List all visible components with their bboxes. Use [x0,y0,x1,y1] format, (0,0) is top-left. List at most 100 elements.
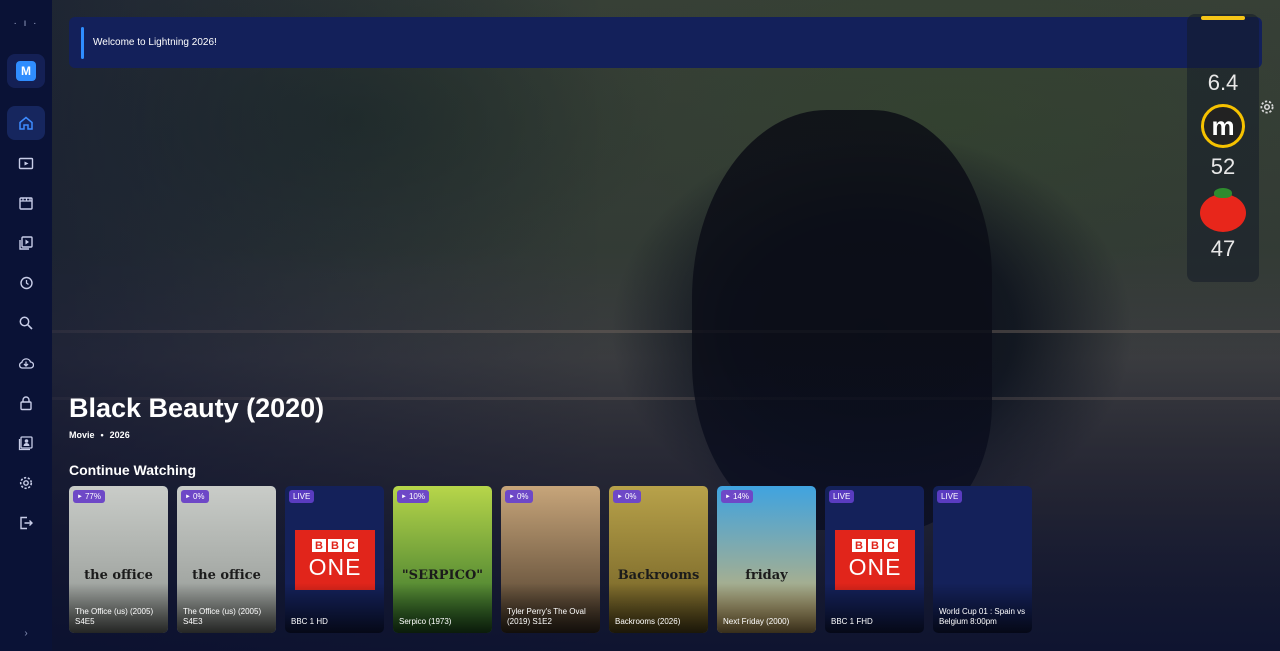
bbc-logo-letter: B [868,539,882,552]
card-title: Next Friday (2000) [723,617,790,626]
hero-title: Black Beauty (2020) [69,393,325,423]
imdb-icon [1201,16,1245,20]
continue-watching-card[interactable]: B B C ONE LIVE BBC 1 FHD [825,486,924,633]
bbc-logo-letter: C [344,539,358,552]
badge-text: LIVE [293,492,311,501]
sidebar-item-lock[interactable] [7,386,45,420]
badge-text: 0% [624,492,637,501]
sidebar-item-search[interactable] [7,306,45,340]
bbc-logo-word: ONE [848,554,902,580]
welcome-banner: Welcome to Lightning 2026! [69,17,1262,68]
card-poster-text: friday [745,568,788,583]
card-title: The Office (us) (2005) S4E5 [75,607,154,626]
backdrop-fence [52,330,1280,400]
metacritic-icon: m [1201,104,1245,148]
card-poster-text: the office [84,568,153,583]
card-title: World Cup 01 : Spain vs Belgium 8:00pm [939,607,1026,626]
banner-message: Welcome to Lightning 2026! [93,37,217,48]
hero-separator: • [100,430,104,440]
continue-watching-card[interactable]: friday ► 14% Next Friday (2000) [717,486,816,633]
badge-text: 77% [84,492,101,501]
search-icon [19,316,33,330]
bbc-logo-letter: B [328,539,342,552]
continue-watching-title: Continue Watching [69,462,197,478]
sidebar-expand-toggle[interactable]: › [24,628,27,639]
badge-text: LIVE [833,492,851,501]
sidebar-item-home[interactable] [7,106,45,140]
continue-watching-card[interactable]: B B C ONE LIVE BBC 1 HD [285,486,384,633]
progress-badge: ► 10% [397,490,429,503]
progress-badge: ► 14% [721,490,753,503]
play-icon: ► [617,493,623,500]
card-title: BBC 1 FHD [831,617,873,626]
sidebar-item-contacts[interactable] [7,426,45,460]
play-icon: ► [185,493,191,500]
card-poster-text: the office [192,568,261,583]
card-poster-text: Backrooms [617,568,700,583]
hero-meta: Movie • 2026 [69,430,130,440]
sidebar-item-settings[interactable] [7,466,45,500]
play-icon: ► [725,493,731,500]
card-title: Backrooms (2026) [615,617,681,626]
progress-badge: ► 0% [505,490,533,503]
hero-type: Movie [69,430,95,440]
movies-icon [19,197,33,210]
tomatoes-score: 47 [1210,236,1236,261]
tomato-icon [1200,188,1246,232]
history-icon [20,276,33,290]
continue-watching-card[interactable]: the office ► 0% The Office (us) (2005) S4E3 [177,486,276,633]
ratings-panel: 6.4 m 52 47 [1187,14,1259,282]
logout-icon [20,516,33,530]
live-badge: LIVE [289,490,315,503]
contacts-icon [18,436,33,451]
lock-icon [20,396,32,411]
progress-badge: ► 0% [613,490,641,503]
card-poster-text: "SERPICO" [401,568,484,583]
settings-gear-icon[interactable] [1258,98,1276,116]
play-icon: ► [77,493,83,500]
continue-watching-card[interactable]: LIVE World Cup 01 : Spain vs Belgium 8:00… [933,486,1032,633]
hero-year: 2026 [109,430,130,440]
sidebar: · ı · M › [0,0,52,651]
continue-watching-card[interactable]: Backrooms ► 0% Backrooms (2026) [609,486,708,633]
profile-button[interactable]: M [7,54,45,88]
sidebar-item-history[interactable] [7,266,45,300]
badge-text: 10% [408,492,425,501]
progress-badge: ► 77% [73,490,105,503]
progress-badge: ► 0% [181,490,209,503]
sidebar-item-live-tv[interactable] [7,146,45,180]
app-root: · ı · M › Welcome to Lightning 2026! 6.4… [0,0,1280,651]
card-title: BBC 1 HD [291,617,328,626]
card-title: The Office (us) (2005) S4E3 [183,607,262,626]
sidebar-item-downloads[interactable] [7,346,45,380]
live-tv-icon [18,157,34,170]
profile-avatar: M [16,61,36,81]
card-title: Serpico (1973) [399,617,452,626]
live-badge: LIVE [829,490,855,503]
home-icon [19,116,33,130]
sidebar-item-logout[interactable] [7,506,45,540]
settings-icon [19,476,33,490]
play-icon: ► [401,493,407,500]
app-logo: · ı · [13,18,39,29]
continue-watching-card[interactable]: the office ► 77% The Office (us) (2005) S4E… [69,486,168,633]
sidebar-item-movies[interactable] [7,186,45,220]
series-icon [19,236,33,250]
download-icon [18,358,34,369]
continue-watching-row: the office ► 77% The Office (us) (2005) S4E… [69,486,1032,633]
continue-watching-card[interactable]: ► 0% Tyler Perry's The Oval (2019) S1E2 [501,486,600,633]
sidebar-item-series[interactable] [7,226,45,260]
bbc-logo-letter: B [852,539,866,552]
live-badge: LIVE [937,490,963,503]
imdb-score: 6.4 [1207,70,1239,95]
bbc-logo-word: ONE [308,554,362,580]
backdrop-horse [692,110,992,530]
badge-text: 0% [516,492,529,501]
bbc-logo-letter: C [884,539,898,552]
continue-watching-card[interactable]: "SERPICO" ► 10% Serpico (1973) [393,486,492,633]
badge-text: 0% [192,492,205,501]
card-title: Tyler Perry's The Oval (2019) S1E2 [507,607,586,626]
banner-accent-bar [81,26,84,59]
bbc-one-logo: B B C ONE [295,530,375,590]
bbc-one-logo: B B C ONE [835,530,915,590]
